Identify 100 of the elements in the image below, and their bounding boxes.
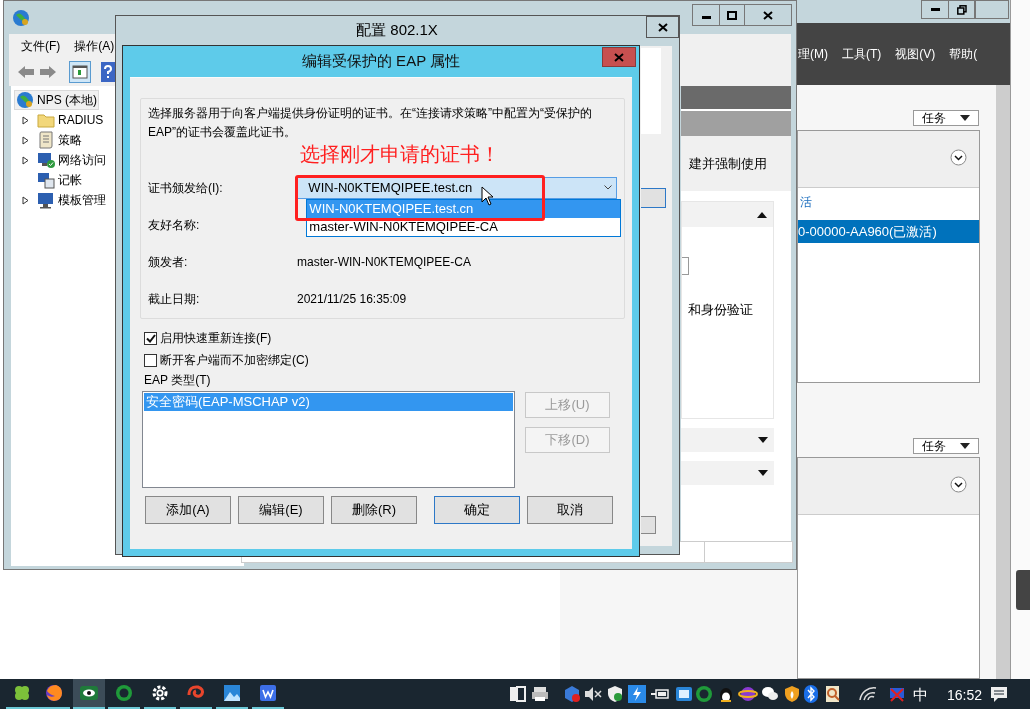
collapse-arrow-icon[interactable] bbox=[757, 211, 767, 218]
dialog-title: 配置 802.1X bbox=[355, 20, 439, 40]
lightning-icon[interactable] bbox=[627, 684, 647, 704]
tasks-dropdown[interactable]: 任务 bbox=[913, 110, 979, 126]
input-method-indicator[interactable]: 中 bbox=[913, 684, 928, 707]
description-text: 建并强制使用 bbox=[689, 154, 767, 173]
expand-arrow-icon bbox=[758, 437, 768, 443]
notification-icon[interactable] bbox=[989, 684, 1009, 704]
tree-item[interactable]: 策略 bbox=[35, 130, 84, 150]
menu-item[interactable]: 工具(T) bbox=[842, 45, 882, 63]
caret-icon bbox=[960, 443, 970, 449]
restore-button[interactable] bbox=[948, 0, 975, 19]
expand-arrow-icon[interactable] bbox=[22, 155, 29, 165]
field-label: 颁发者: bbox=[148, 254, 189, 272]
dialog-button[interactable]: 取消 bbox=[527, 496, 613, 524]
minimize-button[interactable] bbox=[921, 0, 949, 19]
chevron-down-icon[interactable] bbox=[950, 149, 967, 166]
expand-arrow-icon[interactable] bbox=[22, 115, 29, 125]
cube-alert-icon[interactable] bbox=[562, 684, 582, 704]
monitor-icon bbox=[37, 191, 55, 209]
document-w-icon bbox=[258, 683, 278, 703]
eye-icon bbox=[79, 683, 99, 703]
expand-arrow-icon[interactable] bbox=[22, 135, 29, 145]
expand-arrow-icon[interactable] bbox=[22, 195, 29, 205]
caret-icon bbox=[960, 115, 970, 121]
clock[interactable]: 16:52 bbox=[947, 685, 983, 706]
close-icon bbox=[763, 10, 773, 20]
forward-arrow-icon[interactable] bbox=[39, 65, 57, 79]
side-handle[interactable] bbox=[1016, 570, 1030, 610]
chevron-down-icon[interactable] bbox=[950, 476, 967, 493]
ring-icon[interactable] bbox=[694, 684, 714, 704]
dialog-button[interactable] bbox=[641, 188, 666, 208]
close-icon bbox=[657, 22, 668, 32]
help-icon[interactable] bbox=[101, 62, 115, 82]
gear-icon bbox=[150, 683, 170, 703]
taskbar-app[interactable] bbox=[73, 679, 105, 709]
menu-item[interactable]: 文件(F) bbox=[21, 37, 61, 55]
close-icon bbox=[614, 52, 624, 62]
shield-flame-icon[interactable] bbox=[782, 684, 802, 704]
dropdown-label: 任务 bbox=[922, 110, 946, 127]
link[interactable]: 活 bbox=[800, 193, 812, 211]
dialog-button[interactable]: 删除(R) bbox=[331, 496, 417, 524]
clover-icon bbox=[12, 683, 32, 703]
list-row[interactable]: 0-00000-AA960(已激活) bbox=[798, 220, 979, 243]
letter-block-icon[interactable] bbox=[508, 684, 528, 704]
tree-item[interactable]: 网络访问 bbox=[35, 150, 108, 170]
dialog-button[interactable]: 确定 bbox=[434, 496, 520, 524]
dropdown-label: 任务 bbox=[922, 438, 946, 455]
image-icon bbox=[222, 683, 242, 703]
field-edge bbox=[682, 257, 689, 275]
field-value: master-WIN-N0KTEMQIPEE-CA bbox=[297, 254, 471, 272]
console-tree-icon[interactable] bbox=[69, 61, 91, 83]
menu-item[interactable]: 操作(A) bbox=[74, 37, 115, 55]
tree-item[interactable]: 记帐 bbox=[35, 170, 84, 190]
menu-item[interactable]: 帮助( bbox=[949, 45, 978, 63]
description-text: 和身份验证 bbox=[688, 301, 753, 319]
back-arrow-icon[interactable] bbox=[17, 65, 35, 79]
shield-check-icon[interactable] bbox=[605, 684, 625, 704]
dialog-button[interactable] bbox=[641, 516, 656, 534]
expand-arrow-icon bbox=[758, 470, 768, 476]
maximize-icon bbox=[727, 10, 737, 20]
tree-item[interactable]: RADIUS bbox=[35, 110, 106, 130]
minimize-button[interactable] bbox=[692, 4, 720, 26]
orb-icon[interactable] bbox=[738, 684, 758, 704]
field-value: 2021/11/25 16:35:09 bbox=[297, 291, 407, 309]
description-text: 选择服务器用于向客户端提供身份证明的证书。在“连接请求策略”中配置为“受保护的 EAP”的证书会覆盖此证书。 bbox=[148, 105, 593, 141]
annotation-text: 选择刚才申请的证书！ bbox=[299, 142, 501, 167]
dialog-title: 编辑受保护的 EAP 属性 bbox=[301, 51, 461, 72]
close-button[interactable] bbox=[646, 16, 679, 38]
menu-item[interactable]: 视图(V) bbox=[895, 45, 936, 63]
monitor-document-icon bbox=[37, 171, 55, 189]
list-label: EAP 类型(T) bbox=[144, 372, 212, 389]
check-icon bbox=[145, 333, 156, 343]
monitor-check-icon bbox=[37, 151, 55, 169]
field-label: 截止日期: bbox=[148, 291, 201, 309]
restore-icon bbox=[956, 4, 967, 15]
tasks-dropdown[interactable]: 任务 bbox=[913, 438, 979, 454]
field-label: 证书颁发给(I): bbox=[148, 179, 224, 197]
tree-item[interactable]: 模板管理 bbox=[35, 190, 108, 210]
checkbox[interactable] bbox=[144, 353, 157, 367]
checkbox-label: 断开客户端而不加密绑定(C) bbox=[160, 352, 309, 369]
dialog-button[interactable]: 添加(A) bbox=[145, 496, 231, 524]
globe-icon bbox=[12, 9, 30, 27]
maximize-button[interactable] bbox=[719, 4, 745, 26]
dialog-button[interactable]: 编辑(E) bbox=[238, 496, 324, 524]
bluetooth-icon[interactable] bbox=[801, 684, 821, 704]
ring-icon bbox=[114, 683, 134, 703]
menu-item[interactable]: 理(M) bbox=[798, 45, 828, 63]
scroll-icon bbox=[37, 131, 55, 149]
checkbox[interactable] bbox=[144, 331, 157, 345]
fox-globe-icon bbox=[44, 683, 64, 703]
checkbox-label: 启用快速重新连接(F) bbox=[160, 330, 272, 347]
globe-icon bbox=[16, 91, 34, 109]
scrollbar[interactable] bbox=[996, 85, 1010, 679]
close-button[interactable] bbox=[744, 4, 792, 26]
chevron-down-icon bbox=[604, 185, 612, 191]
printer-icon[interactable] bbox=[530, 684, 550, 704]
window-icon[interactable] bbox=[674, 684, 694, 704]
tree-item[interactable]: NPS (本地) bbox=[14, 90, 99, 110]
field-label: 友好名称: bbox=[148, 217, 201, 235]
